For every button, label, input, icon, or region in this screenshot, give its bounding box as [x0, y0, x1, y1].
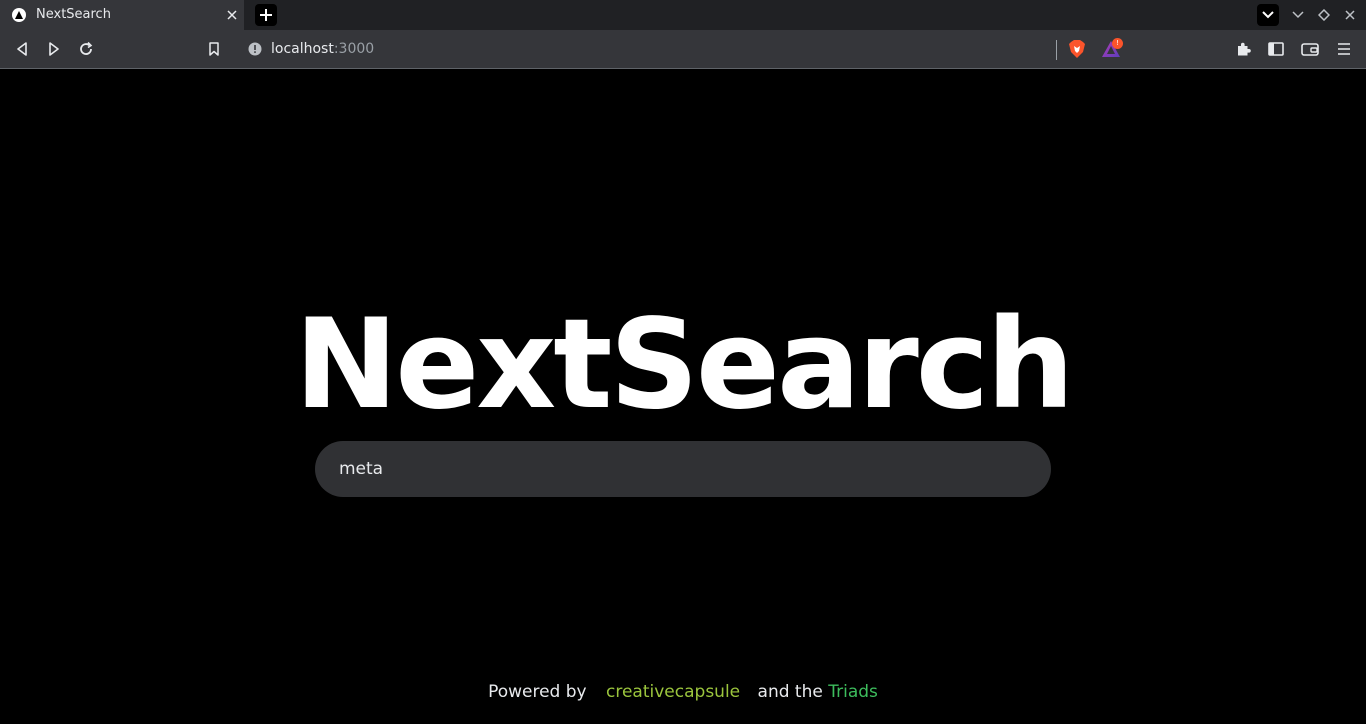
browser-tab-active[interactable]: NextSearch: [0, 0, 244, 30]
address-bar[interactable]: localhost:3000: [271, 41, 374, 57]
tab-title: NextSearch: [36, 7, 111, 22]
address-bar-divider: [1056, 40, 1057, 60]
new-tab-button[interactable]: [255, 4, 277, 26]
chevron-down-icon: [1262, 11, 1274, 19]
tab-close-icon[interactable]: [222, 5, 242, 25]
browser-toolbar: localhost:3000 !: [0, 30, 1366, 69]
footer-and-the: and the: [757, 682, 823, 702]
footer-brand-creativecapsule[interactable]: creativecapsule: [606, 682, 740, 702]
main-menu-button[interactable]: [1332, 37, 1356, 61]
minimize-chevron-icon: [1292, 11, 1304, 19]
puzzle-piece-icon: [1238, 42, 1251, 56]
url-port: :3000: [333, 41, 375, 57]
wallet-button[interactable]: [1298, 37, 1322, 61]
back-button[interactable]: [10, 37, 34, 61]
triangle-favicon-icon: [12, 8, 26, 22]
maximize-button[interactable]: [1313, 4, 1335, 26]
site-info-button[interactable]: [243, 37, 267, 61]
extensions-button[interactable]: [1232, 37, 1256, 61]
footer-brand-triads[interactable]: Triads: [828, 682, 878, 702]
info-icon: [248, 42, 262, 56]
page-content: NextSearch Powered by creativecapsule an…: [0, 70, 1366, 724]
forward-arrow-icon: [49, 42, 59, 56]
plus-icon: [260, 9, 272, 21]
footer-powered-by: Powered by: [488, 682, 587, 702]
bookmark-icon: [209, 42, 219, 56]
reload-button[interactable]: [74, 37, 98, 61]
brave-lion-icon: [1069, 40, 1085, 58]
bookmark-button[interactable]: [202, 37, 226, 61]
back-arrow-icon: [17, 42, 27, 56]
minimize-button[interactable]: [1287, 4, 1309, 26]
tab-search-button[interactable]: [1257, 4, 1279, 26]
sidebar-icon: [1268, 42, 1284, 56]
close-icon: [1345, 10, 1355, 20]
brave-rewards-button[interactable]: !: [1099, 37, 1123, 61]
forward-button[interactable]: [42, 37, 66, 61]
url-host: localhost: [271, 41, 334, 57]
search-input[interactable]: [315, 441, 1051, 497]
rewards-badge: !: [1112, 38, 1123, 49]
footer: Powered by creativecapsule and the Triad…: [0, 682, 1366, 702]
page-title: NextSearch: [294, 293, 1074, 437]
brave-shields-button[interactable]: [1065, 37, 1089, 61]
hamburger-menu-icon: [1338, 43, 1350, 55]
wallet-icon: [1301, 43, 1319, 56]
sidebar-toggle-button[interactable]: [1264, 37, 1288, 61]
close-window-button[interactable]: [1339, 4, 1361, 26]
tab-bar: NextSearch: [0, 0, 1366, 30]
diamond-icon: [1318, 9, 1330, 21]
reload-icon: [80, 41, 93, 55]
